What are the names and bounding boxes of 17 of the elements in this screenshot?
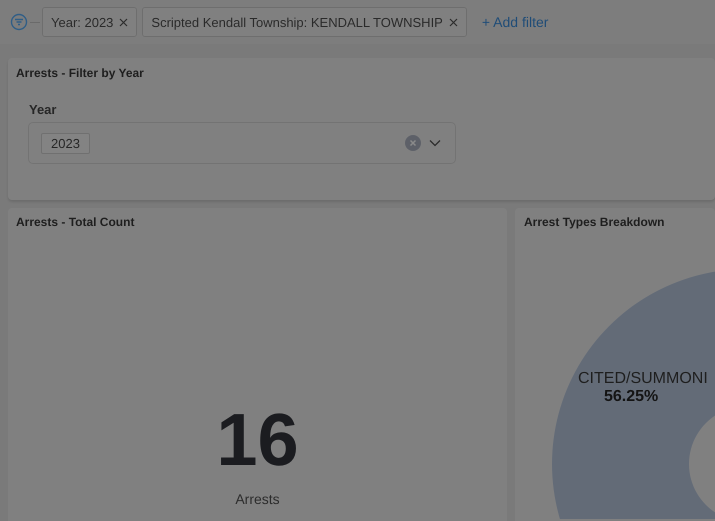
- close-icon[interactable]: [119, 18, 128, 26]
- selected-value[interactable]: 2023: [41, 132, 90, 154]
- metric-caption: Arrests: [235, 491, 280, 507]
- chevron-down-icon[interactable]: [429, 139, 441, 147]
- donut-slice[interactable]: [552, 269, 715, 519]
- metric-value: 16: [216, 403, 299, 477]
- filter-pill[interactable]: Year: 2023: [42, 7, 138, 37]
- slice-percent: 56.25%: [604, 388, 660, 406]
- field-label: Year: [29, 102, 58, 117]
- filter-pill[interactable]: Scripted Kendall Township: KENDALL TOWNSHIP: [142, 7, 467, 37]
- panel-title: Arrests - Filter by Year: [16, 66, 145, 80]
- panel-title: Arrest Types Breakdown: [524, 215, 666, 229]
- slice-label: CITED/SUMMONI: [578, 370, 708, 388]
- add-filter-link[interactable]: + Add filter: [482, 14, 548, 30]
- close-icon[interactable]: [448, 18, 458, 26]
- panel-title: Arrests - Total Count: [16, 215, 136, 229]
- year-select[interactable]: 2023: [28, 122, 456, 164]
